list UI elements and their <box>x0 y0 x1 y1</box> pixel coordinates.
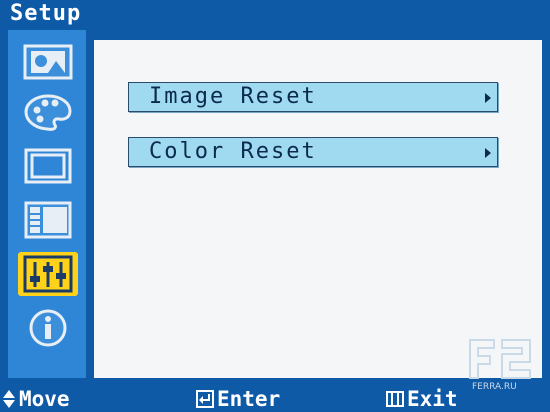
osd-layout-icon <box>24 201 72 239</box>
tab-geometry[interactable] <box>18 144 78 188</box>
tab-color[interactable] <box>18 90 78 134</box>
info-icon <box>29 309 67 347</box>
content-panel: Image Reset Color Reset <box>94 40 542 378</box>
hint-move: Move <box>2 386 70 412</box>
ferra-logo-icon <box>469 339 531 379</box>
tab-picture[interactable] <box>18 40 78 84</box>
osd-screen: Image Reset Color Reset <box>8 30 542 378</box>
menu-button-icon <box>386 391 404 407</box>
exit-label: Exit <box>407 387 458 411</box>
sidebar <box>8 30 92 378</box>
hint-exit: Exit <box>386 386 458 412</box>
sliders-icon <box>23 255 73 293</box>
move-label: Move <box>19 387 70 411</box>
palette-icon <box>24 94 72 131</box>
osd-title: Setup <box>0 0 550 28</box>
arrow-right-icon <box>485 93 491 103</box>
menu-item-label: Image Reset <box>149 84 317 109</box>
enter-label: Enter <box>217 387 281 411</box>
screen-geometry-icon <box>24 148 72 184</box>
tab-setup[interactable] <box>18 252 78 296</box>
tab-osd[interactable] <box>18 198 78 242</box>
footer: Move Enter Exit <box>0 386 550 412</box>
tab-info[interactable] <box>18 306 78 350</box>
menu-item-color-reset[interactable]: Color Reset <box>128 137 498 167</box>
hint-enter: Enter <box>196 386 280 412</box>
arrow-right-icon <box>485 148 491 158</box>
menu-item-image-reset[interactable]: Image Reset <box>128 82 498 112</box>
picture-icon <box>23 44 73 80</box>
enter-icon <box>196 390 214 408</box>
menu-item-label: Color Reset <box>149 139 317 164</box>
up-down-arrow-icon <box>3 390 15 408</box>
